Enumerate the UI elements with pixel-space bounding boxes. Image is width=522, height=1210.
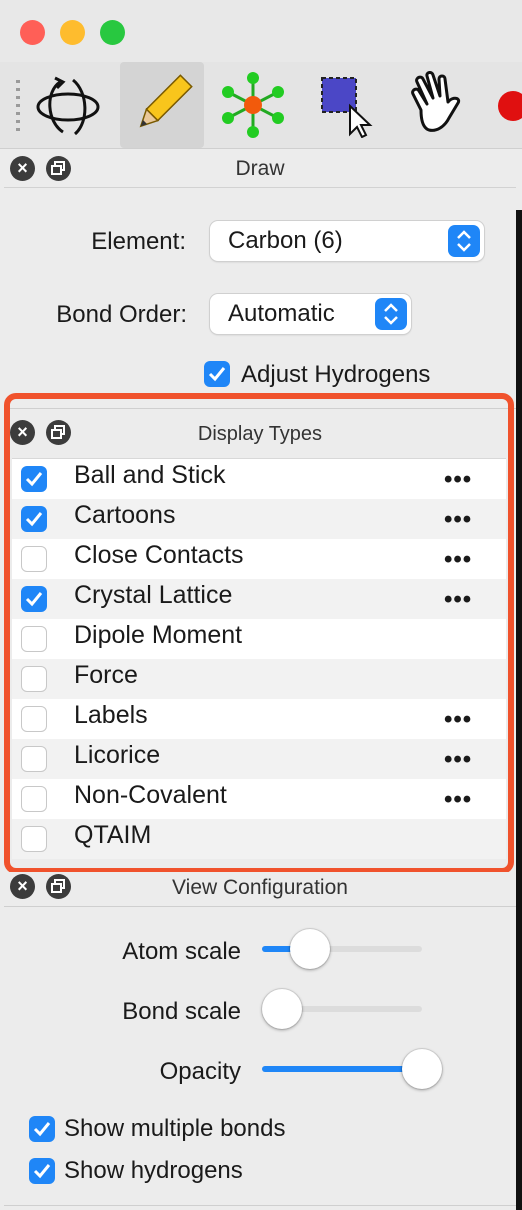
rotate-tool-button[interactable] (28, 62, 108, 148)
updown-chevron-icon (375, 298, 407, 330)
show-hydrogens-label: Show hydrogens (64, 1157, 243, 1184)
zoom-window-button[interactable] (100, 20, 125, 45)
more-options-icon[interactable]: ••• (444, 708, 472, 732)
display-type-label: Close Contacts (74, 541, 244, 569)
more-options-icon[interactable]: ••• (444, 468, 472, 492)
display-type-label: Non-Covalent (74, 781, 227, 809)
minimize-window-button[interactable] (60, 20, 85, 45)
display-type-checkbox[interactable] (21, 626, 47, 652)
display-type-row[interactable]: Cartoons ••• (12, 499, 506, 539)
opacity-slider[interactable] (262, 1049, 442, 1089)
divider (4, 187, 516, 188)
window-titlebar (0, 0, 522, 62)
more-options-icon[interactable]: ••• (444, 508, 472, 532)
display-type-checkbox[interactable] (21, 746, 47, 772)
display-type-row[interactable]: Close Contacts ••• (12, 539, 506, 579)
element-value: Carbon (6) (228, 227, 343, 254)
element-label: Element: (91, 228, 186, 255)
adjust-hydrogens-checkbox[interactable] (204, 361, 230, 387)
viewport-edge (516, 210, 522, 1210)
more-options-icon[interactable]: ••• (444, 588, 472, 612)
display-type-label: Cartoons (74, 501, 176, 529)
manipulate-tool-button[interactable] (213, 62, 293, 148)
display-types-list: Ball and Stick ••• Cartoons ••• Close Contac… (12, 458, 506, 859)
display-type-label: QTAIM (74, 821, 152, 849)
view-config-title: View Configuration (172, 876, 348, 899)
manipulate-atoms-icon (222, 72, 284, 138)
display-type-checkbox[interactable] (21, 666, 47, 692)
slider-knob[interactable] (402, 1049, 442, 1089)
display-type-row[interactable]: Ball and Stick ••• (12, 459, 506, 499)
display-type-label: Force (74, 661, 138, 689)
display-type-label: Licorice (74, 741, 161, 769)
bond-order-combobox[interactable]: Automatic (210, 294, 411, 334)
bond-scale-label: Bond scale (122, 998, 241, 1025)
slider-knob[interactable] (290, 929, 330, 969)
display-type-checkbox[interactable] (21, 466, 47, 492)
select-tool-icon (321, 77, 373, 138)
display-type-label: Crystal Lattice (74, 581, 233, 609)
atom-scale-slider[interactable] (262, 929, 422, 969)
display-type-row[interactable]: Crystal Lattice ••• (12, 579, 506, 619)
bond-scale-slider[interactable] (262, 989, 422, 1029)
display-type-row[interactable]: Labels ••• (12, 699, 506, 739)
navigate-tool-button[interactable] (396, 62, 476, 148)
view-config-header: × View Configuration (4, 872, 516, 904)
show-multiple-bonds-checkbox[interactable] (29, 1116, 55, 1142)
bond-order-label: Bond Order: (56, 301, 187, 328)
more-options-icon[interactable]: ••• (444, 548, 472, 572)
pencil-draw-icon (139, 74, 193, 128)
show-hydrogens-checkbox[interactable] (29, 1158, 55, 1184)
element-combobox[interactable]: Carbon (6) (210, 221, 484, 261)
display-type-checkbox[interactable] (21, 706, 47, 732)
opacity-label: Opacity (159, 1058, 241, 1085)
select-tool-button[interactable] (303, 62, 383, 148)
updown-chevron-icon (448, 225, 480, 257)
display-type-row[interactable]: Dipole Moment (12, 619, 506, 659)
slider-knob[interactable] (262, 989, 302, 1029)
draw-tool-button[interactable] (120, 62, 204, 148)
display-type-label: Labels (74, 701, 148, 729)
display-type-checkbox[interactable] (21, 586, 47, 612)
display-type-checkbox[interactable] (21, 546, 47, 572)
adjust-hydrogens-label: Adjust Hydrogens (241, 361, 431, 388)
display-types-title: Display Types (197, 423, 323, 445)
atom-scale-label: Atom scale (122, 938, 241, 965)
display-type-label: Ball and Stick (74, 461, 226, 489)
display-type-row[interactable]: Non-Covalent ••• (12, 779, 506, 819)
toolbar-grip-icon[interactable] (16, 80, 20, 134)
divider (4, 408, 516, 409)
display-type-label: Dipole Moment (74, 621, 243, 649)
display-type-row[interactable]: QTAIM (12, 819, 506, 859)
toolbar (0, 62, 522, 149)
display-type-checkbox[interactable] (21, 826, 47, 852)
more-options-icon[interactable]: ••• (444, 788, 472, 812)
draw-panel-header: × Draw (4, 152, 516, 186)
record-icon[interactable] (498, 91, 522, 121)
display-type-checkbox[interactable] (21, 786, 47, 812)
bond-order-value: Automatic (228, 300, 335, 327)
hand-navigate-icon (411, 71, 461, 132)
more-options-icon[interactable]: ••• (444, 748, 472, 772)
display-types-header: × Display Types (4, 416, 516, 450)
rotate-tool-icon (36, 76, 100, 136)
display-type-row[interactable]: Licorice ••• (12, 739, 506, 779)
display-type-row[interactable]: Force (12, 659, 506, 699)
draw-panel-title: Draw (235, 157, 285, 180)
display-type-checkbox[interactable] (21, 506, 47, 532)
close-window-button[interactable] (20, 20, 45, 45)
divider (4, 906, 516, 907)
divider (4, 1205, 516, 1206)
show-multiple-bonds-label: Show multiple bonds (64, 1115, 286, 1142)
